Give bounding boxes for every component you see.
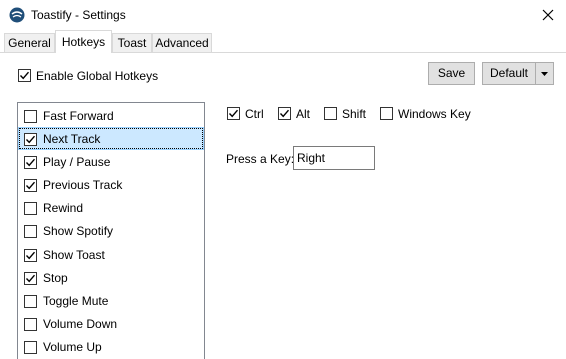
list-item-label: Previous Track: [43, 178, 122, 192]
save-button[interactable]: Save: [428, 62, 475, 85]
checkmark-icon: [25, 250, 36, 261]
list-item-checkbox[interactable]: [24, 110, 37, 123]
default-dropdown-button[interactable]: [535, 62, 554, 85]
list-item-label: Stop: [43, 271, 68, 285]
enable-global-hotkeys-checkbox[interactable]: [18, 69, 31, 82]
list-item-label: Volume Down: [43, 317, 117, 331]
close-icon: [542, 9, 554, 21]
windows-key-checkbox[interactable]: [380, 107, 393, 120]
shift-checkbox[interactable]: [324, 107, 337, 120]
checkmark-icon: [25, 157, 36, 168]
list-item-checkbox[interactable]: [24, 272, 37, 285]
list-item-checkbox[interactable]: [24, 341, 37, 354]
window-title: Toastify - Settings: [31, 8, 126, 22]
windows-key-label: Windows Key: [398, 107, 471, 121]
checkmark-icon: [25, 273, 36, 284]
alt-label: Alt: [296, 107, 310, 121]
list-item-checkbox[interactable]: [24, 318, 37, 331]
close-button[interactable]: [530, 0, 566, 30]
list-item-checkbox[interactable]: [24, 133, 37, 146]
checkmark-icon: [25, 180, 36, 191]
list-item-show-toast[interactable]: Show Toast: [18, 243, 204, 266]
tab-advanced[interactable]: Advanced: [152, 33, 212, 53]
list-item-volume-up[interactable]: Volume Up: [18, 335, 204, 358]
list-item-label: Fast Forward: [43, 109, 114, 123]
list-item-checkbox[interactable]: [24, 179, 37, 192]
list-item-previous-track[interactable]: Previous Track: [18, 173, 204, 196]
list-item-checkbox[interactable]: [24, 225, 37, 238]
checkmark-icon: [25, 134, 36, 145]
list-item-label: Volume Up: [43, 340, 102, 354]
list-item-next-track[interactable]: Next Track: [18, 127, 204, 150]
list-item-label: Play / Pause: [43, 155, 110, 169]
title-bar: Toastify - Settings: [0, 0, 566, 30]
ctrl-label: Ctrl: [245, 107, 264, 121]
hotkey-input[interactable]: Right: [293, 146, 375, 170]
list-item-label: Show Spotify: [43, 224, 113, 238]
list-item-volume-down[interactable]: Volume Down: [18, 312, 204, 335]
tab-general[interactable]: General: [4, 33, 55, 53]
checkmark-icon: [279, 108, 290, 119]
press-key-label: Press a Key:: [226, 152, 294, 166]
list-item-label: Toggle Mute: [43, 294, 108, 308]
enable-global-hotkeys-label: Enable Global Hotkeys: [36, 69, 158, 83]
tab-toast[interactable]: Toast: [112, 33, 152, 53]
checkmark-icon: [19, 70, 30, 81]
list-item-label: Next Track: [43, 132, 100, 146]
list-item-checkbox[interactable]: [24, 295, 37, 308]
shift-label: Shift: [342, 107, 366, 121]
list-item-play-pause[interactable]: Play / Pause: [18, 150, 204, 173]
list-item-checkbox[interactable]: [24, 249, 37, 262]
alt-checkbox[interactable]: [278, 107, 291, 120]
checkmark-icon: [228, 108, 239, 119]
list-item-show-spotify[interactable]: Show Spotify: [18, 219, 204, 242]
default-button[interactable]: Default: [482, 62, 536, 85]
ctrl-checkbox[interactable]: [227, 107, 240, 120]
list-item-label: Show Toast: [43, 248, 105, 262]
list-item-checkbox[interactable]: [24, 202, 37, 215]
list-item-checkbox[interactable]: [24, 156, 37, 169]
hotkey-action-list[interactable]: Fast Forward Next Track Play / Pause Pre…: [17, 102, 205, 359]
list-item-stop[interactable]: Stop: [18, 266, 204, 289]
list-item-label: Rewind: [43, 201, 83, 215]
chevron-down-icon: [536, 63, 553, 84]
list-item-rewind[interactable]: Rewind: [18, 196, 204, 219]
list-item-fast-forward[interactable]: Fast Forward: [18, 104, 204, 127]
list-item-toggle-mute[interactable]: Toggle Mute: [18, 289, 204, 312]
tab-hotkeys[interactable]: Hotkeys: [55, 30, 112, 53]
app-icon: [9, 7, 25, 23]
